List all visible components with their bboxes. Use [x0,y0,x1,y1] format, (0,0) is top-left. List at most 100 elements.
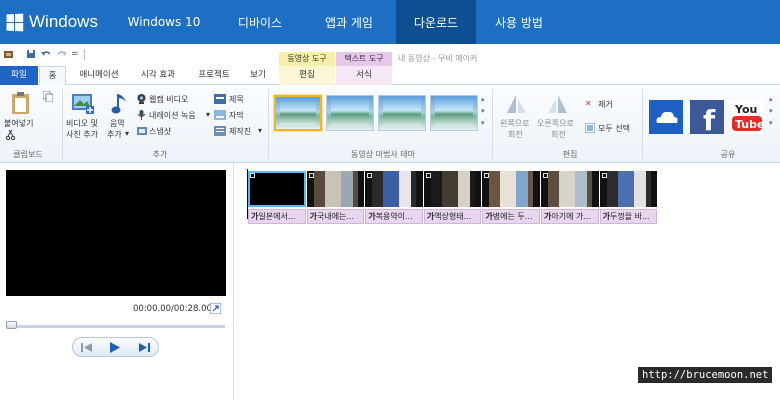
rotate-left-icon[interactable] [505,93,527,115]
clip-caption-text: 일본에서... [258,212,296,221]
playback-controls [72,337,159,357]
next-frame-button[interactable] [130,338,158,356]
caption-text-icon: 가 [309,212,317,221]
remove-icon[interactable]: ✕ [585,99,592,108]
nav-item-apps-games[interactable]: 앱과 게임 [302,0,396,44]
storyboard-clip[interactable]: 가일본에서... [248,171,306,226]
narration-label[interactable]: 내레이션 녹음 [149,110,196,121]
quick-access-toolbar: = 동영상 도구 텍스트 도구 내 동영상 - 무비 메이커 [0,44,780,66]
themes-scroll-down-icon[interactable]: ▾ [481,107,485,115]
storyboard-clip[interactable]: 가두껑을 바... [599,171,658,226]
play-button[interactable] [101,338,129,356]
playback-time: 00:00.00/00:28.00 [133,304,212,314]
paste-label: 붙여넣기 [4,119,34,128]
select-all-icon[interactable] [585,123,595,133]
clip-caption[interactable]: 가복용약이... [365,209,423,224]
add-videos-photos-icon[interactable] [72,92,94,114]
title-label[interactable]: 제목 [229,94,244,105]
youtube-logo-line1: You [734,103,757,116]
tab-file[interactable]: 파일 [0,66,38,85]
nav-item-windows10[interactable]: Windows 10 [110,0,218,44]
tab-visual-effects[interactable]: 시각 효과 [133,66,183,85]
rotate-right-icon[interactable] [547,93,569,115]
clip-caption-text: 병에는 두... [492,212,533,221]
add-music-dropdown-icon[interactable]: ▾ [125,129,129,138]
previous-frame-button[interactable] [73,338,101,356]
clip-video-icon [308,173,314,178]
tab-view[interactable]: 보기 [242,66,274,85]
storyboard-clip[interactable]: 가아기에 가... [541,171,599,226]
storyboard-clip[interactable]: 가국내에는... [306,171,365,226]
clip-caption[interactable]: 가두껑을 바... [599,209,658,224]
clip-caption[interactable]: 가병에는 두... [482,209,540,224]
title-icon[interactable] [214,94,226,104]
tab-home[interactable]: 홈 [39,66,66,86]
add-music-icon[interactable] [111,92,129,116]
remove-label[interactable]: 제거 [598,99,613,110]
webcam-icon[interactable] [137,94,146,104]
credits-dropdown-icon[interactable]: ▾ [258,126,262,135]
windows-brand[interactable]: Windows [0,0,110,44]
tab-edit[interactable]: 편집 [279,66,335,85]
facebook-share-icon[interactable]: f [690,100,724,134]
fullscreen-icon[interactable] [210,303,221,314]
clip-caption-text: 아기에 가... [551,212,591,221]
clipboard-group-label: 클립보드 [13,150,43,159]
seek-bar[interactable] [8,325,225,328]
theme-thumbnail-3[interactable] [378,95,426,131]
caption-icon[interactable] [214,110,226,120]
nav-item-devices[interactable]: 디바이스 [218,0,302,44]
storyboard-clip[interactable]: 가액상형태... [423,171,482,226]
movie-maker-app-icon[interactable] [4,50,13,59]
microphone-icon[interactable] [137,110,146,120]
tab-animation[interactable]: 애니메이션 [68,66,130,85]
share-scroll-up-icon[interactable]: ▴ [769,95,773,103]
theme-thumbnail-1[interactable] [274,95,322,131]
nav-item-how-to[interactable]: 사용 방법 [476,0,562,44]
snapshot-label[interactable]: 스냅샷 [149,126,171,137]
rotate-right-label-1: 오른쪽으로 [537,119,574,128]
narration-dropdown-icon[interactable]: ▾ [206,110,210,119]
credits-icon[interactable] [214,126,226,136]
tab-format[interactable]: 서식 [336,66,392,85]
theme-thumbnail-2[interactable] [326,95,374,131]
previous-frame-icon [81,342,93,352]
svg-text:f: f [703,104,716,134]
share-scroll-down-icon[interactable]: ▾ [769,107,773,115]
youtube-share-icon[interactable]: You Tube [730,100,764,134]
clip-video-icon [484,173,490,178]
redo-icon[interactable] [57,50,66,59]
webcam-label[interactable]: 웹캠 비디오 [149,94,188,105]
copy-icon[interactable] [43,91,53,102]
paste-icon[interactable] [10,91,32,115]
clip-caption[interactable]: 가일본에서... [248,209,306,224]
onedrive-share-icon[interactable] [649,100,683,134]
add-videos-label-2: 사진 추가 [66,130,98,139]
nav-item-downloads[interactable]: 다운로드 [396,0,476,44]
snapshot-icon[interactable] [137,126,147,136]
site-nav: Windows Windows 10 디바이스 앱과 게임 다운로드 사용 방법 [0,0,780,44]
quick-access-more[interactable]: = [71,49,79,59]
themes-scroll-up-icon[interactable]: ▴ [481,95,485,103]
clip-caption[interactable]: 가액상형태... [423,209,482,224]
storyboard-clip[interactable]: 가병에는 두... [482,171,540,226]
rotate-left-label-2: 회전 [508,130,523,139]
video-preview[interactable] [6,170,226,296]
credits-label[interactable]: 제작진 [229,126,251,137]
clip-thumbnail [365,171,423,207]
clip-thumbnail [306,171,365,207]
theme-thumbnail-4[interactable] [430,95,478,131]
clip-caption[interactable]: 가아기에 가... [541,209,599,224]
seek-handle[interactable] [6,321,17,329]
tab-project[interactable]: 프로젝트 [188,66,240,85]
caption-label[interactable]: 자막 [229,110,244,121]
cut-icon[interactable] [6,130,15,140]
share-more-icon[interactable]: ▾ [769,119,773,127]
undo-icon[interactable] [41,50,50,59]
themes-more-icon[interactable]: ▾ [481,119,485,127]
clip-caption[interactable]: 가국내에는... [306,209,365,224]
select-all-label[interactable]: 모두 선택 [598,123,630,134]
save-icon[interactable] [27,50,36,59]
window-title: 내 동영상 - 무비 메이커 [398,54,478,63]
storyboard-clip[interactable]: 가복용약이... [365,171,423,226]
